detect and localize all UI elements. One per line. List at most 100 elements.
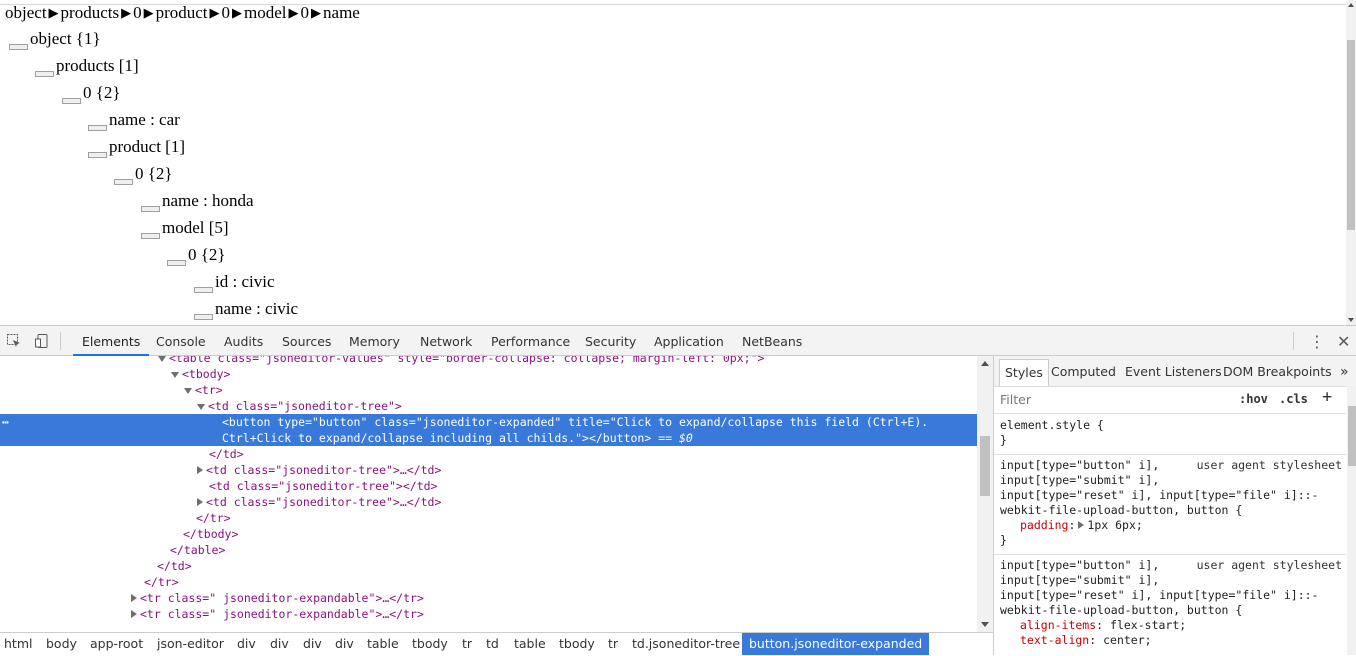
dom-line[interactable]: </td> [0,558,977,574]
crumb[interactable]: json-editor [157,633,224,655]
crumb[interactable]: tbody [412,633,448,655]
dom-line[interactable]: <td class="jsoneditor-tree"></td> [0,478,977,494]
expand-triangle-icon[interactable] [184,388,192,394]
path-item[interactable]: 0 [222,3,231,22]
device-toolbar-icon[interactable] [34,333,50,349]
path-item[interactable]: name [323,3,360,22]
crumb[interactable]: tbody [559,633,595,655]
crumb[interactable]: div [270,633,289,655]
dom-line-selected[interactable]: Ctrl+Click to expand/collapse including … [0,430,977,446]
path-item[interactable]: object [5,3,47,22]
dom-line[interactable]: </table> [0,542,977,558]
expand-triangle-icon[interactable] [158,356,166,362]
dom-line[interactable]: <tbody> [0,366,977,382]
collapsed-triangle-icon[interactable] [131,594,137,602]
collapsed-triangle-icon[interactable] [197,498,203,506]
tab-console[interactable]: Console [156,326,206,355]
user-agent-rule[interactable]: user agent stylesheet input[type="button… [1000,458,1342,548]
collapse-button[interactable] [35,71,54,77]
tab-computed[interactable]: Computed [1051,359,1116,385]
collapse-button[interactable] [9,44,28,50]
class-toggle[interactable]: .cls [1279,392,1308,406]
tab-styles[interactable]: Styles [999,359,1049,386]
collapse-button[interactable] [194,314,213,320]
collapse-button[interactable] [141,206,160,212]
tab-dom-breakpoints[interactable]: DOM Breakpoints [1223,359,1332,385]
scroll-up-icon[interactable] [1348,3,1354,7]
crumb[interactable]: tr [462,633,472,655]
path-item[interactable]: products [61,3,120,22]
dom-line[interactable]: </td> [0,446,977,462]
dom-line[interactable]: </tr> [0,510,977,526]
path-item[interactable]: model [244,3,287,22]
crumb[interactable]: tr [608,633,618,655]
rule-declaration[interactable]: text-align: center; [1000,633,1342,648]
dom-line[interactable]: <td class="jsoneditor-tree">…</td> [0,494,977,510]
crumb[interactable]: table [514,633,546,655]
dom-line[interactable]: <td class="jsoneditor-tree"> [0,398,977,414]
dom-line[interactable]: <tr class=" jsoneditor-expandable">…</tr… [0,606,977,622]
element-style-rule[interactable]: element.style { } [1000,418,1342,448]
scroll-thumb[interactable] [1347,40,1355,230]
dom-line-selected[interactable]: ⋯ <button type="button" class="jsoneditor… [0,414,977,430]
collapse-button[interactable] [167,260,186,266]
tab-audits[interactable]: Audits [224,326,263,355]
tab-application[interactable]: Application [654,326,724,355]
path-item[interactable]: 0 [301,3,310,22]
scroll-down-icon[interactable] [981,622,989,627]
crumb[interactable]: td.jsoneditor-tree [632,633,740,655]
expand-shorthand-icon[interactable] [1078,521,1085,529]
collapse-button[interactable] [88,152,107,158]
scroll-up-icon[interactable] [981,361,989,366]
crumb[interactable]: table [367,633,399,655]
styles-filter-input[interactable]: Filter [1000,392,1031,407]
tab-security[interactable]: Security [585,326,636,355]
tab-elements[interactable]: Elements [72,326,150,356]
tab-memory[interactable]: Memory [349,326,400,355]
hover-state-toggle[interactable]: :hov [1239,392,1268,406]
scroll-thumb[interactable] [980,436,990,496]
dom-line[interactable]: <table class="jsoneditor-values" style="… [0,356,977,366]
crumb[interactable]: html [4,633,32,655]
crumb[interactable]: div [303,633,322,655]
more-tabs-icon[interactable]: » [1340,359,1349,385]
tab-sources[interactable]: Sources [282,326,331,355]
page-scrollbar[interactable] [1346,0,1356,325]
more-dots-icon[interactable]: ⋯ [2,414,9,430]
user-agent-rule[interactable]: user agent stylesheet input[type="button… [1000,558,1342,648]
expand-triangle-icon[interactable] [171,372,179,378]
dom-line[interactable]: </tbody> [0,526,977,542]
collapse-button[interactable] [62,98,81,104]
dom-line[interactable]: </tr> [0,574,977,590]
collapsed-triangle-icon[interactable] [197,466,203,474]
tab-event-listeners[interactable]: Event Listeners [1125,359,1222,385]
more-menu-icon[interactable]: ⋮ [1309,332,1325,351]
dom-line[interactable]: <tr> [0,382,977,398]
crumb-active[interactable]: button.jsoneditor-expanded [742,633,930,655]
scroll-thumb[interactable] [1348,406,1356,466]
crumb[interactable]: td [486,633,499,655]
rule-declaration[interactable]: padding: 1px 6px; [1000,518,1342,533]
tab-netbeans[interactable]: NetBeans [742,326,802,355]
expand-triangle-icon[interactable] [197,404,205,410]
path-item[interactable]: product [156,3,208,22]
crumb[interactable]: div [237,633,256,655]
collapse-button[interactable] [114,179,133,185]
tab-performance[interactable]: Performance [491,326,570,355]
collapse-button[interactable] [194,287,213,293]
scroll-down-icon[interactable] [1348,318,1354,322]
close-devtools-icon[interactable]: ✕ [1337,332,1350,351]
crumb[interactable]: app-root [90,633,143,655]
collapse-button[interactable] [141,233,160,239]
dom-line[interactable]: <tr class=" jsoneditor-expandable">…</tr… [0,590,977,606]
elements-scrollbar[interactable] [977,356,993,632]
add-rule-icon[interactable]: + [1322,387,1332,407]
styles-scrollbar[interactable] [1347,386,1356,655]
rule-declaration[interactable]: align-items: flex-start; [1000,618,1342,633]
tab-network[interactable]: Network [420,326,472,355]
crumb[interactable]: div [335,633,354,655]
collapse-button[interactable] [88,125,107,131]
collapsed-triangle-icon[interactable] [131,610,137,618]
dom-line[interactable]: <td class="jsoneditor-tree">…</td> [0,462,977,478]
crumb[interactable]: body [46,633,77,655]
